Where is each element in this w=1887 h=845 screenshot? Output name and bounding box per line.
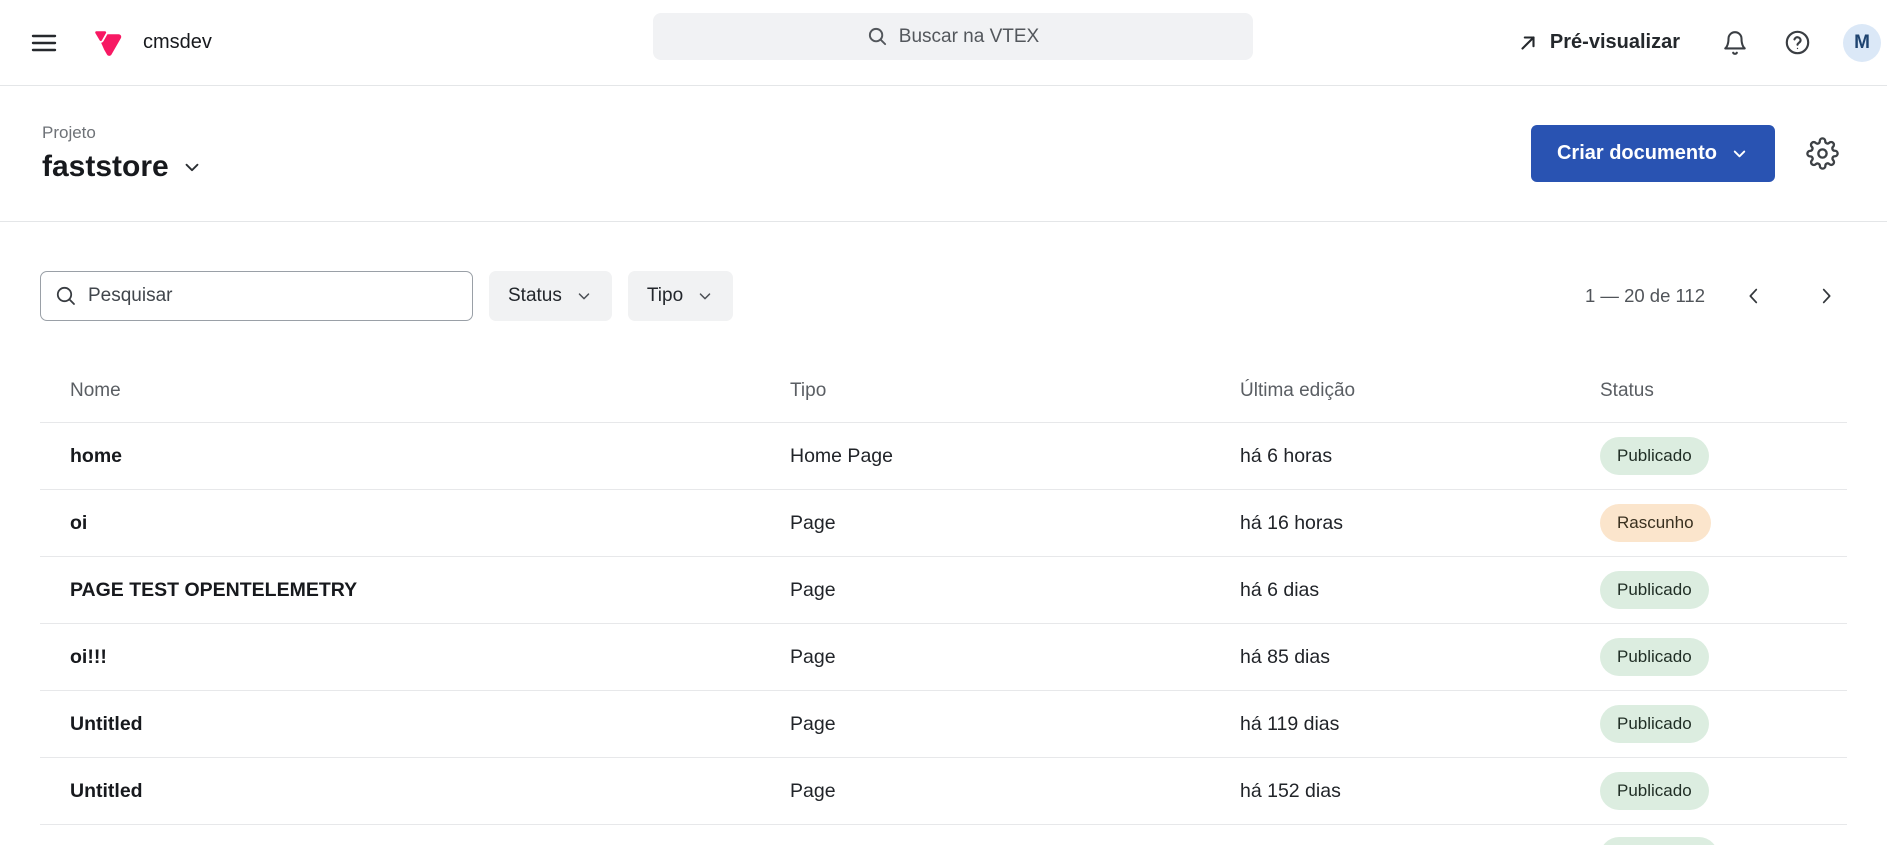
pagination-range: 1 — 20 de 112 <box>1585 285 1705 306</box>
project-label: Projeto <box>42 123 96 142</box>
global-search-bar[interactable]: Buscar na VTEX <box>653 13 1253 60</box>
row-edicao: há 16 horas <box>1240 511 1343 534</box>
create-document-button[interactable]: Criar documento <box>1530 125 1775 182</box>
row-tipo: Page <box>790 712 836 735</box>
help-button[interactable] <box>1780 25 1815 60</box>
project-selector[interactable]: Projeto faststore <box>42 123 203 184</box>
row-tipo: Page <box>790 779 836 802</box>
chevron-left-icon <box>1743 285 1765 307</box>
table-row[interactable]: PAGE TEST OPENTELEMETRY Page há 6 dias P… <box>40 557 1847 624</box>
topbar: cmsdev Buscar na VTEX Pré-visualizar M <box>0 0 1887 86</box>
table-row[interactable]: home Home Page há 6 horas Publicado <box>40 423 1847 490</box>
table-row[interactable]: oi Page há 16 horas Rascunho <box>40 490 1847 557</box>
preview-button[interactable]: Pré-visualizar <box>1517 31 1680 54</box>
documents-table: Nome Tipo Última edição Status home Home… <box>40 360 1847 845</box>
tipo-filter-label: Tipo <box>646 285 684 306</box>
table-row[interactable]: oi!!! Page há 85 dias Publicado <box>40 624 1847 691</box>
help-icon <box>1784 29 1811 56</box>
bell-icon <box>1722 30 1748 56</box>
row-edicao: há 119 dias <box>1240 712 1340 735</box>
create-document-label: Criar documento <box>1556 142 1717 164</box>
vtex-logo[interactable] <box>93 28 123 58</box>
table-row[interactable]: Untitled Page há 119 dias Publicado <box>40 691 1847 758</box>
table-row[interactable] <box>40 825 1847 845</box>
row-tipo: Page <box>790 578 836 601</box>
preview-button-label: Pré-visualizar <box>1549 31 1680 53</box>
status-badge: Publicado <box>1600 637 1709 677</box>
notifications-button[interactable] <box>1718 26 1752 60</box>
row-tipo: Home Page <box>790 444 893 467</box>
gear-icon <box>1806 137 1839 170</box>
table-body: home Home Page há 6 horas Publicado oi P… <box>40 423 1847 845</box>
column-header-tipo: Tipo <box>790 380 827 401</box>
status-filter-button[interactable]: Status <box>489 271 612 321</box>
row-tipo: Page <box>790 645 836 668</box>
row-nome: PAGE TEST OPENTELEMETRY <box>70 578 358 601</box>
search-icon <box>55 285 77 307</box>
row-edicao: há 85 dias <box>1240 645 1330 668</box>
chevron-down-icon <box>1730 144 1749 163</box>
hamburger-menu-button[interactable] <box>27 29 61 57</box>
chevron-down-icon <box>575 287 593 305</box>
row-edicao: há 152 dias <box>1240 779 1341 802</box>
row-tipo: Page <box>790 511 836 534</box>
chevron-down-icon <box>696 287 714 305</box>
status-badge <box>1600 836 1718 845</box>
cms-pages-screen: cmsdev Buscar na VTEX Pré-visualizar M P… <box>0 0 1887 845</box>
status-badge: Publicado <box>1600 771 1709 811</box>
table-header: Nome Tipo Última edição Status <box>40 360 1847 423</box>
filter-bar: Status Tipo 1 — 20 de 112 <box>40 271 1843 321</box>
global-search-placeholder: Buscar na VTEX <box>898 25 1040 47</box>
tipo-filter-button[interactable]: Tipo <box>627 271 734 321</box>
row-nome: oi!!! <box>70 645 107 668</box>
status-filter-label: Status <box>508 285 562 306</box>
pagination-next-button[interactable] <box>1809 279 1843 313</box>
search-icon <box>867 26 888 47</box>
table-row[interactable]: Untitled Page há 152 dias Publicado <box>40 758 1847 825</box>
status-badge: Publicado <box>1600 570 1709 610</box>
search-input[interactable] <box>88 285 458 307</box>
avatar[interactable]: M <box>1843 23 1881 62</box>
pagination-prev-button[interactable] <box>1737 279 1771 313</box>
chevron-right-icon <box>1815 285 1837 307</box>
project-name: faststore <box>42 150 169 183</box>
row-nome: Untitled <box>70 779 143 802</box>
column-header-nome: Nome <box>70 380 121 401</box>
row-edicao: há 6 horas <box>1240 444 1333 467</box>
status-badge: Publicado <box>1600 704 1709 744</box>
arrow-up-right-icon <box>1517 32 1539 54</box>
account-name: cmsdev <box>143 31 212 53</box>
project-header: Projeto faststore Criar documento <box>0 86 1887 222</box>
settings-button[interactable] <box>1802 133 1843 174</box>
search-box <box>40 271 473 321</box>
topbar-actions: Pré-visualizar M <box>1517 23 1881 62</box>
row-edicao: há 6 dias <box>1240 578 1320 601</box>
pagination: 1 — 20 de 112 <box>1585 279 1843 313</box>
row-nome: Untitled <box>70 712 143 735</box>
status-badge: Publicado <box>1600 436 1709 476</box>
column-header-status: Status <box>1600 380 1654 401</box>
row-nome: oi <box>70 511 88 534</box>
hamburger-menu-icon <box>31 33 57 53</box>
column-header-edicao: Última edição <box>1240 380 1356 401</box>
status-badge: Rascunho <box>1600 503 1711 543</box>
row-nome: home <box>70 444 123 467</box>
chevron-down-icon <box>181 156 203 178</box>
